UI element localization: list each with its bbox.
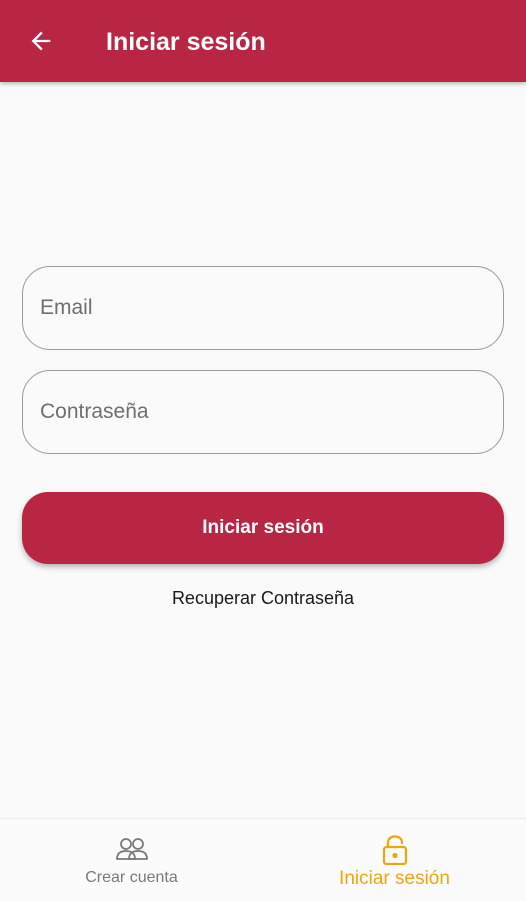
login-button[interactable]: Iniciar sesión <box>22 492 504 564</box>
unlock-icon <box>382 835 407 865</box>
people-icon <box>115 838 148 860</box>
nav-label-login: Iniciar sesión <box>339 868 450 889</box>
recover-password-link[interactable]: Recuperar Contraseña <box>0 588 526 609</box>
app-bar: Iniciar sesión <box>0 0 526 82</box>
password-field[interactable] <box>22 370 504 454</box>
arrow-left-icon <box>31 31 51 51</box>
email-field[interactable] <box>22 266 504 350</box>
nav-item-create-account[interactable]: Crear cuenta <box>0 819 263 901</box>
back-button[interactable] <box>22 22 60 60</box>
nav-label-create-account: Crear cuenta <box>85 869 178 886</box>
page-title: Iniciar sesión <box>106 28 266 56</box>
nav-item-login[interactable]: Iniciar sesión <box>263 819 526 901</box>
bottom-navigation: Crear cuenta Iniciar sesión <box>0 818 526 901</box>
